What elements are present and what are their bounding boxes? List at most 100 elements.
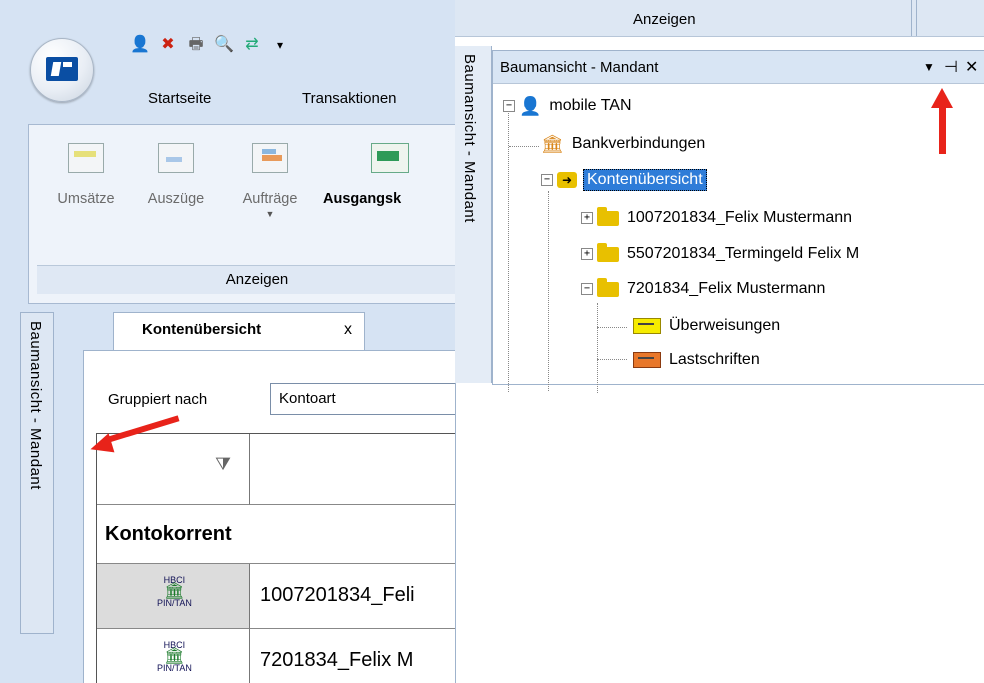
toolbar-group-strip: Anzeigen (455, 0, 984, 37)
baumansicht-panel: Baumansicht - Mandant ▼ ⊣ ✕ − 👤 mobile T… (492, 50, 984, 393)
user-icon: 👤 (519, 95, 542, 116)
tree-node-label: 7201834_Felix Mustermann (627, 280, 826, 297)
tree-node-lastschriften[interactable]: Lastschriften (633, 347, 760, 373)
accounts-grid: ⧩ Kontokorrent HBCI 🏛 PIN/TAN 1007201834… (96, 433, 455, 683)
tree-view-screenshot: Anzeigen Baumansicht - Mandant Baumansic… (455, 0, 984, 393)
auszuege-button[interactable]: Auszüge (135, 137, 217, 207)
application-menu-button[interactable] (30, 38, 94, 102)
user-icon[interactable]: 👤 (130, 35, 150, 55)
tree-node-label: Überweisungen (669, 317, 781, 334)
panel-title: Baumansicht - Mandant (500, 59, 659, 76)
tree-node-ueberweisungen[interactable]: Überweisungen (633, 313, 780, 339)
umsaetze-button[interactable]: Umsätze (41, 137, 131, 207)
outbox-icon (367, 137, 411, 179)
document-area: Kontenübersicht x Gruppiert nach Kontoar… (75, 310, 455, 683)
tab-kontenuebersicht[interactable]: Kontenübersicht x (113, 312, 365, 351)
folder-icon (597, 206, 619, 226)
tree-node-label: Lastschriften (669, 351, 760, 368)
sort-icon[interactable]: ⧩ (215, 454, 231, 475)
hbci-badge: HBCI 🏛 PIN/TAN (157, 575, 192, 608)
side-tab-label: Baumansicht - Mandant (461, 54, 478, 223)
grid-header-cell[interactable] (250, 434, 455, 505)
statement-icon (154, 137, 198, 179)
tree-line (597, 359, 627, 360)
panel-menu-dropdown-icon[interactable]: ▼ (923, 60, 935, 74)
pin-icon[interactable]: ⊣ (944, 57, 958, 77)
ausgangskorb-label: Ausgangsk (323, 191, 402, 207)
group-by-value: Kontoart (279, 390, 336, 407)
tree-node-label: Bankverbindungen (571, 135, 706, 152)
bank-icon: 🏛 (541, 133, 564, 154)
print-preview-icon[interactable]: 🔍 (214, 35, 234, 55)
side-tab-label: Baumansicht - Mandant (27, 321, 44, 490)
group-header-row[interactable]: Kontokorrent (97, 505, 455, 564)
transfer-icon[interactable]: ⇄ (242, 35, 262, 55)
bank-icon: 🏛 (164, 648, 185, 665)
dropdown-icon[interactable]: ▾ (270, 35, 290, 55)
tree-node-bankverbindungen[interactable]: 🏛 Bankverbindungen (541, 131, 705, 157)
panel-header: Baumansicht - Mandant ▼ ⊣ ✕ (493, 51, 984, 84)
tree-node-account[interactable]: + 5507201834_Termingeld Felix M (581, 241, 859, 267)
row-2-icon-cell[interactable]: HBCI 🏛 PIN/TAN (97, 629, 250, 683)
table-row[interactable]: 1007201834_Feli (250, 564, 455, 629)
auftraege-label: Aufträge (242, 191, 298, 207)
expand-icon[interactable]: + (581, 248, 593, 260)
tree-line (548, 191, 549, 391)
direct-debit-list-icon (633, 352, 661, 368)
expand-icon[interactable]: + (581, 212, 593, 224)
folder-icon (597, 242, 619, 262)
bank-icon: 🏛 (164, 583, 185, 600)
hbci-badge: HBCI 🏛 PIN/TAN (157, 640, 192, 673)
tab-startseite[interactable]: Startseite (148, 90, 211, 107)
tree-line (509, 146, 539, 147)
group-by-label: Gruppiert nach (108, 391, 208, 408)
tree-line (597, 303, 598, 393)
close-icon[interactable]: x (344, 321, 352, 339)
baumansicht-side-tab[interactable]: Baumansicht - Mandant (455, 46, 492, 383)
account-name: 1007201834_Feli (260, 584, 415, 606)
tab-transaktionen[interactable]: Transaktionen (302, 90, 397, 107)
collapse-icon[interactable]: − (581, 283, 593, 295)
main-application-window: 👤 ✖ 🖶 🔍 ⇄ ▾ Startseite Transaktionen Ums… (0, 0, 456, 683)
tree-node-label: 5507201834_Termingeld Felix M (627, 245, 860, 262)
toolbar-group-label: Anzeigen (633, 11, 696, 28)
group-by-select[interactable]: Kontoart (270, 383, 455, 415)
red-arrow-annotation (87, 415, 190, 460)
arrow-folder-icon: ➜ (557, 172, 577, 188)
tree-node-label: Kontenübersicht (583, 169, 707, 191)
chevron-down-icon: ▼ (265, 209, 275, 219)
tree-node-account[interactable]: − 7201834_Felix Mustermann (581, 276, 825, 302)
tree-node-kontenuebersicht[interactable]: − ➜ Kontenübersicht (541, 167, 707, 193)
ausgangskorb-button[interactable]: Ausgangsk (323, 137, 455, 207)
collapse-icon[interactable]: − (503, 100, 515, 112)
row-1-icon-cell[interactable]: HBCI 🏛 PIN/TAN (97, 564, 250, 629)
tree-node-account[interactable]: + 1007201834_Felix Mustermann (581, 205, 852, 231)
close-icon[interactable]: ✕ (965, 57, 978, 77)
bank-logo-icon (46, 57, 78, 81)
umsaetze-label: Umsätze (57, 191, 115, 207)
divider (911, 0, 917, 36)
tree-node-mobile-tan[interactable]: − 👤 mobile TAN (503, 93, 632, 119)
tree-line (508, 109, 509, 392)
print-icon[interactable]: 🖶 (186, 35, 206, 55)
doc-tab-label: Kontenübersicht (142, 321, 262, 338)
tree-node-label: 1007201834_Felix Mustermann (627, 209, 853, 226)
tree-line (597, 327, 627, 328)
auszuege-label: Auszüge (147, 191, 205, 207)
group-header-label: Kontokorrent (105, 523, 232, 545)
tree-node-label: mobile TAN (549, 97, 632, 114)
baumansicht-side-tab[interactable]: Baumansicht - Mandant (20, 312, 54, 634)
statement-grid-icon (64, 137, 108, 179)
auftraege-button[interactable]: Aufträge ▼ (221, 137, 319, 219)
account-name: 7201834_Felix M (260, 649, 414, 671)
kontenuebersicht-content: Gruppiert nach Kontoart ⧩ Kontokorrent H… (83, 350, 455, 683)
transfer-list-icon (633, 318, 661, 334)
quick-access-toolbar: 👤 ✖ 🖶 🔍 ⇄ ▾ (130, 32, 290, 58)
folder-icon (597, 277, 619, 297)
ribbon-group-label: Anzeigen (37, 265, 455, 294)
orders-icon (248, 137, 292, 179)
collapse-icon[interactable]: − (541, 174, 553, 186)
table-row[interactable]: 7201834_Felix M (250, 629, 455, 683)
ribbon-panel: Umsätze Auszüge Aufträge ▼ Ausgangsk Anz… (28, 124, 455, 304)
cancel-icon[interactable]: ✖ (158, 35, 178, 55)
